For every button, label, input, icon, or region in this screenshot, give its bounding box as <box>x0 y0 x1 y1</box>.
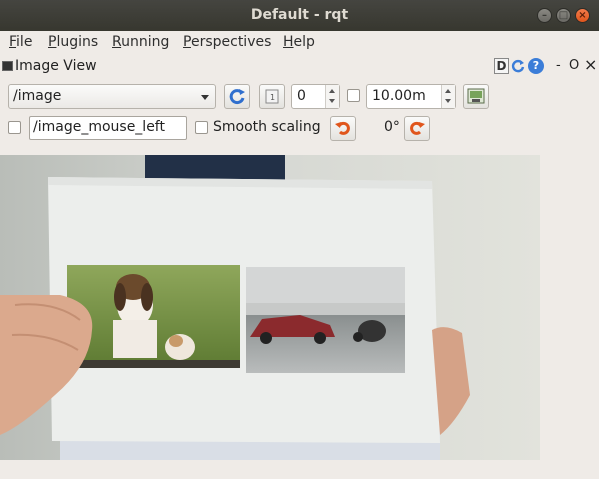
rotate-left-icon <box>335 121 350 135</box>
minimize-window-button[interactable]: – <box>537 8 552 23</box>
dock-float-button[interactable]: O <box>569 58 579 73</box>
svg-text:1: 1 <box>270 93 275 102</box>
smooth-scaling-label: Smooth scaling <box>213 119 321 135</box>
spin-up-icon <box>445 89 451 93</box>
camera-frame-image <box>0 155 541 460</box>
dock-minimize-button[interactable]: - <box>556 58 561 73</box>
refresh-topics-button[interactable] <box>224 84 250 109</box>
menu-perspectives-label: erspectives <box>190 34 272 50</box>
menu-file-label: ile <box>16 34 33 50</box>
max-range-spin-arrows[interactable] <box>441 85 455 108</box>
menu-running[interactable]: Running <box>112 34 169 50</box>
refresh-icon <box>229 89 245 105</box>
window-title: Default - rqt <box>250 7 349 23</box>
menu-file-mnemonic: F <box>9 34 17 50</box>
zoom-spinbox[interactable]: 0 <box>291 84 340 109</box>
mouse-topic-input[interactable] <box>33 119 183 135</box>
topic-combobox[interactable]: /image <box>8 84 216 109</box>
menu-perspectives[interactable]: Perspectives <box>183 34 271 50</box>
mouse-publish-checkbox[interactable] <box>8 121 21 134</box>
menu-perspectives-mnemonic: P <box>183 34 191 50</box>
menu-plugins[interactable]: Plugins <box>48 34 98 50</box>
menu-help[interactable]: Help <box>283 34 315 50</box>
spin-down-icon <box>329 99 335 103</box>
title-bar: Default - rqt – □ × <box>0 0 599 31</box>
camera-image-view[interactable] <box>0 155 541 460</box>
dock-close-button[interactable]: × <box>584 55 597 74</box>
rotate-left-button[interactable] <box>330 116 356 141</box>
help-icon[interactable]: ? <box>528 58 544 74</box>
menu-help-mnemonic: H <box>283 34 294 50</box>
reload-plugin-icon[interactable] <box>511 58 525 74</box>
rotation-label: 0° <box>384 119 400 135</box>
menu-running-label: unning <box>121 34 170 50</box>
zoom-one-button[interactable]: 1 <box>259 84 285 109</box>
menu-bar: File Plugins Running Perspectives Help <box>0 31 599 55</box>
rotate-right-icon <box>410 121 425 135</box>
zoom-original-icon: 1 <box>265 89 279 104</box>
dock-title: Image View <box>15 58 97 74</box>
smooth-scaling-checkbox[interactable] <box>195 121 208 134</box>
topic-value: /image <box>13 88 62 104</box>
max-range-checkbox[interactable] <box>347 89 360 102</box>
zoom-value: 0 <box>297 88 306 104</box>
max-range-value: 10.00m <box>372 88 426 104</box>
max-range-spinbox[interactable]: 10.00m <box>366 84 456 109</box>
spin-down-icon <box>445 99 451 103</box>
menu-plugins-label: lugins <box>56 34 99 50</box>
menu-file[interactable]: File <box>9 34 32 50</box>
chevron-down-icon <box>201 95 209 100</box>
maximize-window-button[interactable]: □ <box>556 8 571 23</box>
close-window-button[interactable]: × <box>575 8 590 23</box>
save-image-button[interactable] <box>463 84 489 109</box>
d-button[interactable]: D <box>494 58 509 74</box>
menu-running-mnemonic: R <box>112 34 122 50</box>
menu-help-label: elp <box>293 34 315 50</box>
spin-up-icon <box>329 89 335 93</box>
image-view-icon <box>2 61 13 71</box>
save-image-icon <box>467 88 485 104</box>
rotate-right-button[interactable] <box>404 116 430 141</box>
mouse-topic-field[interactable] <box>29 116 187 140</box>
zoom-spin-arrows[interactable] <box>325 85 339 108</box>
